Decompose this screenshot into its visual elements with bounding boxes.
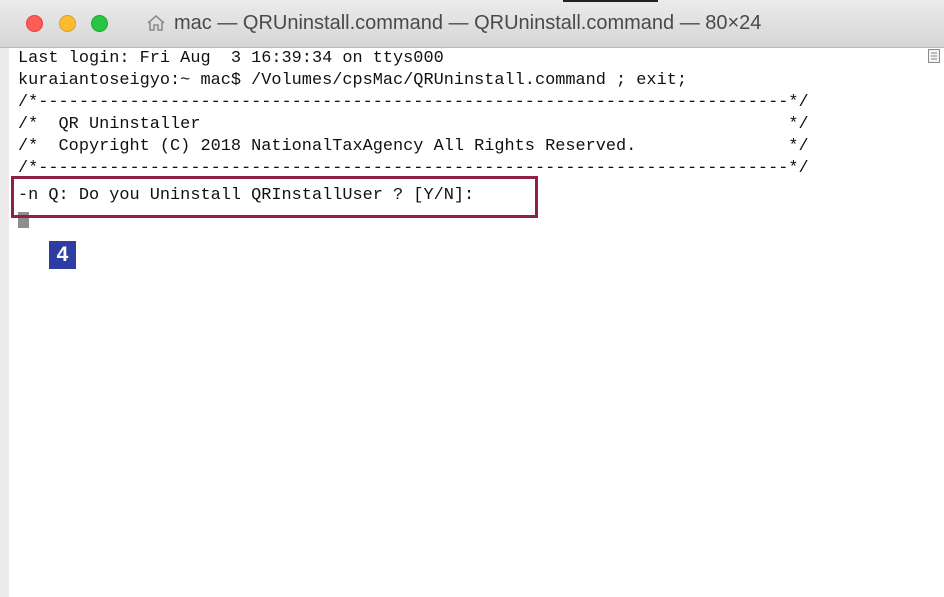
menu-indicator — [563, 0, 658, 2]
close-button[interactable] — [26, 15, 43, 32]
scroll-icon — [928, 49, 940, 63]
terminal-window: mac — QRUninstall.command — QRUninstall.… — [0, 0, 944, 597]
maximize-button[interactable] — [91, 15, 108, 32]
step-badge: 4 — [49, 241, 76, 269]
minimize-button[interactable] — [59, 15, 76, 32]
window-left-edge — [0, 48, 9, 597]
scrollbar[interactable] — [925, 48, 944, 597]
title-bar[interactable]: mac — QRUninstall.command — QRUninstall.… — [0, 0, 944, 48]
terminal-content[interactable]: Last login: Fri Aug 3 16:39:34 on ttys00… — [10, 48, 924, 597]
terminal-line: /* Copyright (C) 2018 NationalTaxAgency … — [18, 137, 809, 156]
terminal-line: kuraiantoseigyo:~ mac$ /Volumes/cpsMac/Q… — [18, 71, 687, 90]
terminal-line: Last login: Fri Aug 3 16:39:34 on ttys00… — [18, 49, 444, 68]
terminal-line: /*--------------------------------------… — [18, 93, 809, 112]
highlight-box — [11, 176, 538, 218]
home-icon — [146, 14, 166, 32]
terminal-line: /* QR Uninstaller */ — [18, 115, 809, 134]
window-title: mac — QRUninstall.command — QRUninstall.… — [174, 11, 762, 34]
window-title-group: mac — QRUninstall.command — QRUninstall.… — [146, 11, 761, 35]
